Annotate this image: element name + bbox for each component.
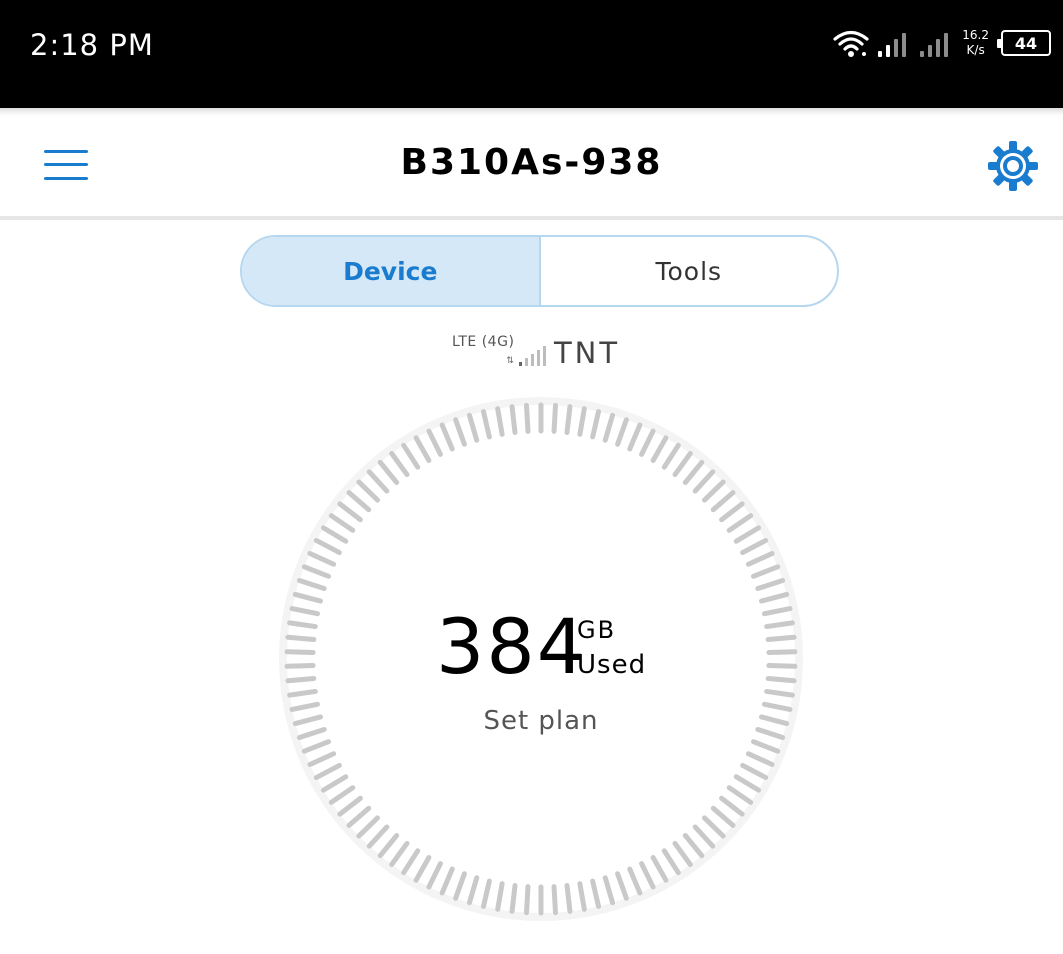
status-indicators: 16.2 K/s 44 xyxy=(832,26,1051,60)
status-time: 2:18 PM xyxy=(30,28,154,62)
gauge-center: 384 GB Used Set plan xyxy=(276,394,806,924)
tab-device[interactable]: Device xyxy=(242,237,541,305)
usage-unit: GB xyxy=(577,616,617,644)
usage-label: Used xyxy=(577,650,647,680)
carrier-name: TNT xyxy=(553,336,621,370)
speed-unit: K/s xyxy=(966,43,985,57)
tab-switcher: Device Tools xyxy=(240,235,839,307)
network-type: LTE (4G) xyxy=(452,334,515,350)
cell-signal-icon xyxy=(878,29,949,57)
page-title: B310As-938 xyxy=(400,142,663,183)
network-speed: 16.2 K/s xyxy=(962,28,989,58)
signal-strength-icon: ⇅ xyxy=(506,344,546,366)
battery-level: 44 xyxy=(1014,33,1038,53)
network-info: LTE (4G) ⇅ TNT xyxy=(452,330,620,370)
data-usage-gauge[interactable]: 384 GB Used Set plan xyxy=(276,394,806,924)
set-plan-link[interactable]: Set plan xyxy=(276,706,806,736)
usage-value: 384 xyxy=(436,602,588,691)
app-header: B310As-938 xyxy=(0,108,1063,220)
battery-icon: 44 xyxy=(997,30,1051,56)
tab-tools[interactable]: Tools xyxy=(541,237,838,305)
status-bar: 2:18 PM 16.2 K/s 44 xyxy=(0,0,1063,108)
gear-icon[interactable] xyxy=(986,139,1040,193)
wifi-icon xyxy=(833,30,869,57)
speed-value: 16.2 xyxy=(962,28,989,42)
